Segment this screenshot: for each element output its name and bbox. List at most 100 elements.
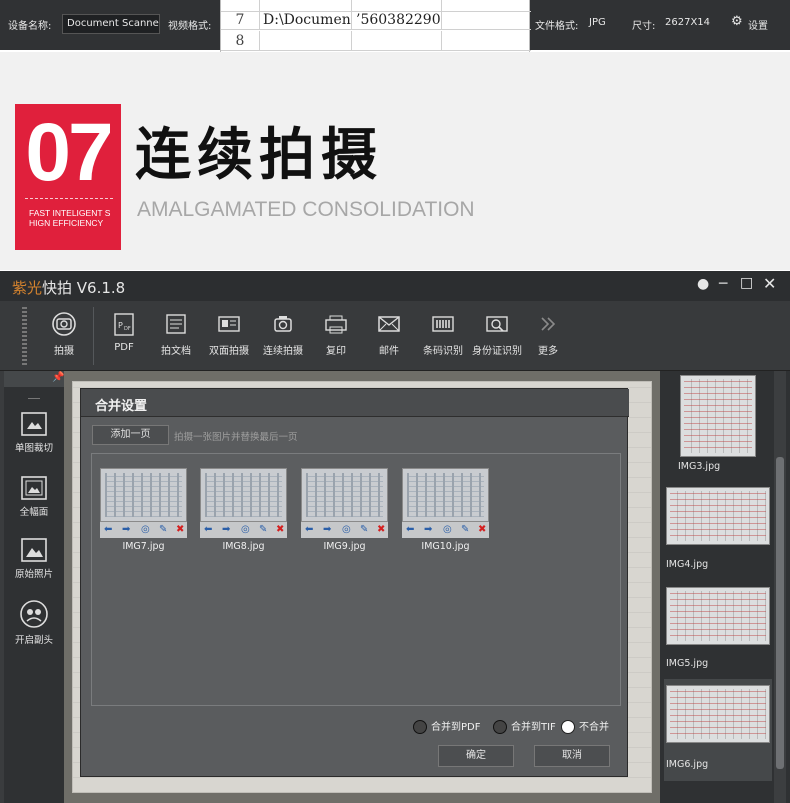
rotate-icon[interactable]: ◎ <box>241 524 250 536</box>
cancel-button[interactable]: 取消 <box>534 745 610 767</box>
radio-button[interactable] <box>413 720 427 734</box>
list-thumbnail <box>680 375 756 457</box>
device-label: 设备名称: <box>8 21 52 32</box>
empty-cell[interactable] <box>441 10 531 29</box>
radio-button-selected[interactable] <box>561 720 575 734</box>
globe-icon[interactable]: ● <box>697 276 709 292</box>
toolbar-label: PDF <box>114 342 134 353</box>
page-thumbnail[interactable]: ⬅ ➡ ◎ ✎ ✖ IMG7.jpg <box>100 468 187 552</box>
toolbar-label: 条码识别 <box>423 346 463 357</box>
thumbnail-actions: ⬅ ➡ ◎ ✎ ✖ <box>402 522 489 538</box>
value-cell[interactable]: ’560382290999 <box>351 10 441 29</box>
path-cell[interactable]: D:\Documen <box>259 10 351 29</box>
merge-option-tif[interactable]: 合并到TIF <box>493 718 556 734</box>
close-button[interactable]: ✕ <box>763 274 776 293</box>
edit-icon[interactable]: ✎ <box>360 524 368 536</box>
settings-button[interactable]: 设置 <box>748 17 768 32</box>
pdf-icon: P DF <box>114 313 134 336</box>
toolbar-button-duplex[interactable]: 双面拍摄 <box>206 311 252 363</box>
toolbar-button-document[interactable]: 拍文档 <box>156 311 196 363</box>
path-cell[interactable] <box>259 31 351 50</box>
mail-icon <box>378 316 400 332</box>
mode-label: 开启副头 <box>14 635 53 646</box>
scrollbar-thumb[interactable] <box>776 457 784 769</box>
rotate-icon[interactable]: ◎ <box>443 524 452 536</box>
merge-option-pdf[interactable]: 合并到PDF <box>413 718 480 734</box>
ok-button[interactable]: 确定 <box>438 745 514 767</box>
radio-button[interactable] <box>493 720 507 734</box>
page-thumbnail[interactable]: ⬅ ➡ ◎ ✎ ✖ IMG10.jpg <box>402 468 489 552</box>
move-left-icon[interactable]: ⬅ <box>305 524 313 536</box>
rotate-icon[interactable]: ◎ <box>342 524 351 536</box>
list-item[interactable]: IMG5.jpg <box>664 581 772 677</box>
toolbar-button-capture[interactable]: 拍摄 <box>44 311 84 363</box>
empty-cell[interactable] <box>441 31 531 50</box>
mode-full-frame[interactable]: 全幅面 <box>4 475 64 518</box>
size-value[interactable]: 2627X14 <box>665 17 710 28</box>
mode-original-photo[interactable]: 原始照片 <box>4 537 64 580</box>
move-left-icon[interactable]: ⬅ <box>104 524 112 536</box>
toolbar-grip[interactable] <box>22 307 27 365</box>
add-page-button[interactable]: 添加一页 <box>92 425 169 445</box>
move-left-icon[interactable]: ⬅ <box>406 524 414 536</box>
badge-subtitle-line1: FAST INTELIGENT S <box>29 208 111 218</box>
thumbnail-name: IMG10.jpg <box>421 541 470 552</box>
id-recognition-icon <box>486 316 508 332</box>
merge-option-none[interactable]: 不合并 <box>561 718 609 734</box>
maximize-button[interactable]: □ <box>740 275 753 291</box>
list-item[interactable]: IMG4.jpg <box>664 481 772 577</box>
mode-secondary-camera[interactable]: 开启副头 <box>4 599 64 646</box>
delete-icon[interactable]: ✖ <box>478 524 486 536</box>
move-right-icon[interactable]: ➡ <box>222 524 230 536</box>
mode-single-crop[interactable]: 单图裁切 <box>4 411 64 454</box>
delete-icon[interactable]: ✖ <box>276 524 284 536</box>
mode-label: 原始照片 <box>14 569 53 580</box>
move-right-icon[interactable]: ➡ <box>424 524 432 536</box>
toolbar-label: 双面拍摄 <box>209 346 249 357</box>
toolbar-label: 拍摄 <box>54 346 74 357</box>
dialog-title-bar: 合并设置 <box>81 389 629 417</box>
minimize-button[interactable]: ─ <box>719 276 727 292</box>
divider <box>28 398 40 399</box>
list-thumbnail <box>666 587 770 645</box>
toolbar-button-barcode[interactable]: 条码识别 <box>420 311 466 363</box>
feature-banner: 07 FAST INTELIGENT S HIGN EFFICIENCY 连续拍… <box>0 52 790 270</box>
toolbar-button-copy[interactable]: 复印 <box>318 311 354 363</box>
toolbar-button-mail[interactable]: 邮件 <box>371 311 407 363</box>
list-item[interactable]: IMG3.jpg <box>664 371 772 472</box>
camera-icon <box>52 312 76 336</box>
device-select[interactable]: Document Scanne.. <box>62 14 160 34</box>
edit-icon[interactable]: ✎ <box>461 524 469 536</box>
scrollbar[interactable] <box>774 371 786 803</box>
move-left-icon[interactable]: ⬅ <box>204 524 212 536</box>
list-item-selected[interactable]: IMG6.jpg <box>664 679 772 781</box>
svg-text:P: P <box>118 321 123 330</box>
toolbar-label: 身份证识别 <box>472 346 522 357</box>
table-row: 8 <box>221 31 531 51</box>
badge-subtitle-line2: HIGN EFFICIENCY <box>29 218 104 228</box>
rotate-icon[interactable]: ◎ <box>141 524 150 536</box>
value-cell[interactable] <box>351 31 441 50</box>
page-thumbnail[interactable]: ⬅ ➡ ◎ ✎ ✖ IMG8.jpg <box>200 468 287 552</box>
move-right-icon[interactable]: ➡ <box>323 524 331 536</box>
gear-icon[interactable]: ⚙ <box>731 14 743 29</box>
page-thumbnail[interactable]: ⬅ ➡ ◎ ✎ ✖ IMG9.jpg <box>301 468 388 552</box>
video-format-label: 视频格式: <box>168 21 212 32</box>
list-item-name: IMG3.jpg <box>678 461 721 472</box>
delete-icon[interactable]: ✖ <box>176 524 184 536</box>
pin-icon[interactable]: 📌 <box>52 372 64 383</box>
spreadsheet-overlay: 7 D:\Documen ’560382290999 8 <box>220 0 531 52</box>
move-right-icon[interactable]: ➡ <box>122 524 130 536</box>
edit-icon[interactable]: ✎ <box>259 524 267 536</box>
mode-label: 全幅面 <box>19 507 49 518</box>
toolbar-button-continuous[interactable]: 连续拍摄 <box>260 311 306 363</box>
app-title-brand: 紫光 <box>12 279 43 297</box>
file-format-value[interactable]: JPG <box>589 17 606 28</box>
toolbar-button-id-recognition[interactable]: 身份证识别 <box>470 311 524 363</box>
toolbar-button-pdf[interactable]: P DF PDF <box>106 311 142 363</box>
delete-icon[interactable]: ✖ <box>377 524 385 536</box>
toolbar-button-more[interactable]: 更多 <box>532 311 564 363</box>
svg-text:DF: DF <box>124 326 131 332</box>
edit-icon[interactable]: ✎ <box>159 524 167 536</box>
crop-single-icon <box>21 412 47 436</box>
